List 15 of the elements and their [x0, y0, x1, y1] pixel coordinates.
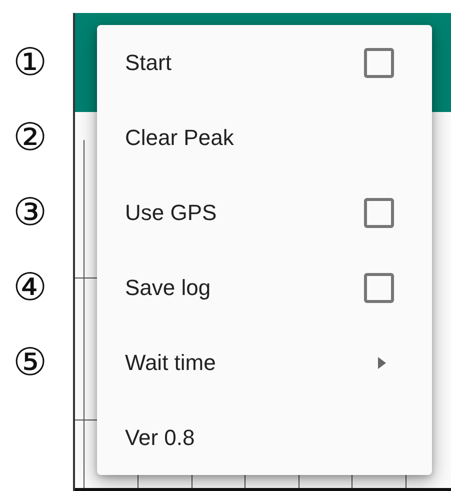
callout-number: ③ [12, 189, 48, 236]
callout-number: ② [12, 114, 48, 161]
submenu-arrow-icon [378, 356, 386, 368]
checkbox[interactable] [364, 272, 394, 302]
menu-item[interactable]: Ver 0.8 [125, 421, 195, 454]
checkbox[interactable] [364, 48, 394, 78]
menu-item[interactable]: Use GPS [125, 196, 217, 229]
callout-number: ⑤ [12, 339, 48, 386]
menu-item[interactable]: Start [125, 46, 172, 79]
menu-item[interactable]: Wait time [125, 346, 216, 379]
checkbox[interactable] [364, 198, 394, 228]
menu-item[interactable]: Save log [125, 271, 211, 304]
callout-number: ① [12, 39, 48, 86]
menu-item[interactable]: Clear Peak [125, 121, 234, 154]
callout-number: ④ [12, 264, 48, 311]
